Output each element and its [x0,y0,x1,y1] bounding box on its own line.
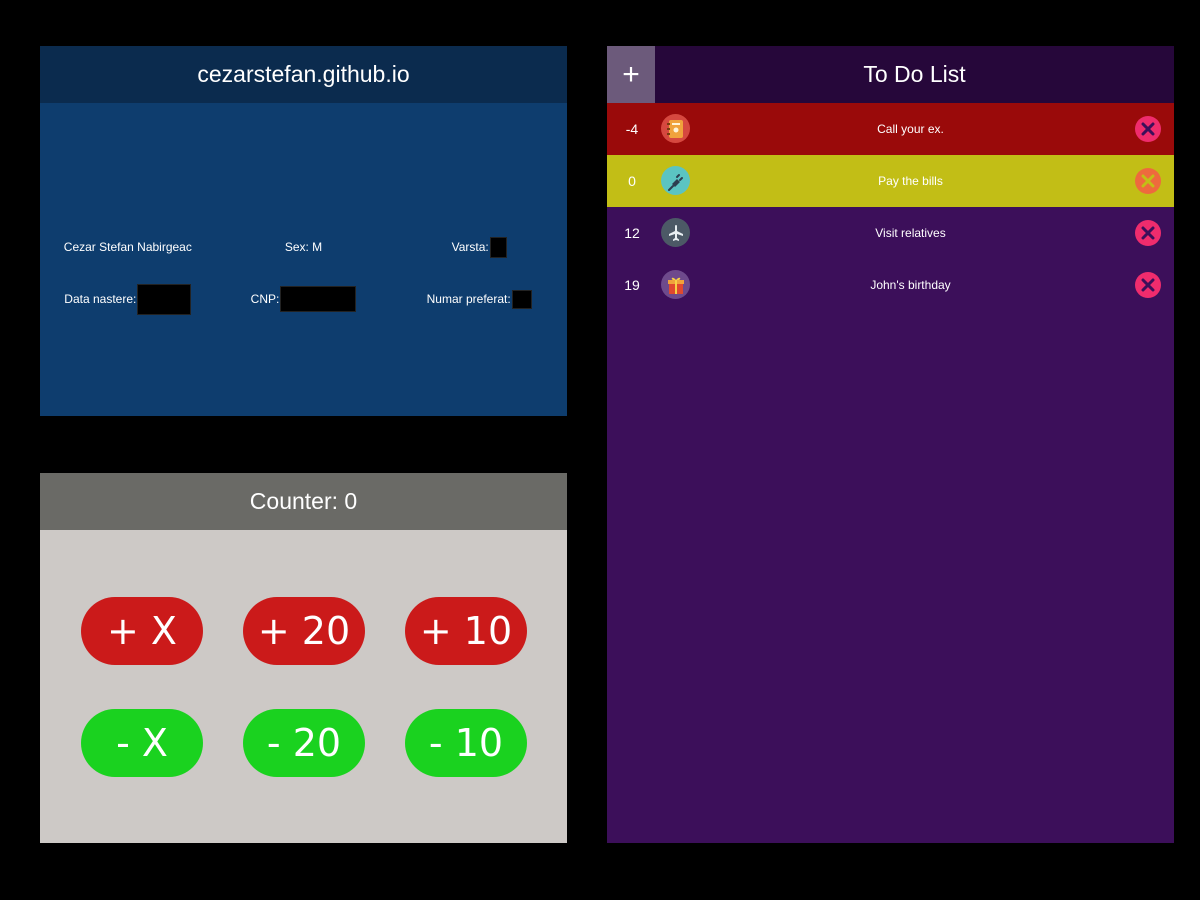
todo-item-text: Visit relatives [875,226,946,240]
age-label: Varsta: [451,240,489,254]
fav-number-field: Numar preferat: [391,289,567,309]
sex-text: Sex: M [284,240,323,254]
todo-item-text: John's birthday [870,278,951,292]
todo-item-days: 19 [624,277,640,293]
cnp-label: CNP: [250,292,280,306]
add-todo-button[interactable]: + [607,46,655,103]
plug-icon [661,166,690,195]
age-field: Varsta: [391,236,567,258]
address-book-icon [661,114,690,143]
todo-item-text: Call your ex. [877,122,944,136]
todo-item-days: 0 [628,173,636,189]
fav-number-label: Numar preferat: [426,292,511,306]
birthdate-redacted-value [137,283,192,315]
todo-item[interactable]: 19 John's birthday [607,259,1174,311]
delete-item-icon[interactable] [1135,220,1161,246]
todo-title: To Do List [863,61,966,87]
add-20-button[interactable]: + 20 [243,597,365,665]
todo-item-days: -4 [625,121,639,137]
todo-item[interactable]: 12 Visit relatives [607,207,1174,259]
age-redacted-value [489,236,507,258]
todo-card: + To Do List -4 Call your ex. 0 Pay the … [607,46,1174,843]
subtract-20-button[interactable]: - 20 [243,709,365,777]
cnp-field: CNP: [216,286,392,312]
airplane-icon [661,218,690,247]
add-x-button[interactable]: + X [81,597,203,665]
counter-title: Counter: 0 [40,473,567,530]
gift-icon [661,270,690,299]
delete-item-icon[interactable] [1135,272,1161,298]
counter-card: Counter: 0 + X + 20 + 10 - X - 20 - 10 [40,473,567,843]
delete-item-icon[interactable] [1135,168,1161,194]
todo-item[interactable]: -4 Call your ex. [607,103,1174,155]
cnp-redacted-value [280,286,357,312]
name-text: Cezar Stefan Nabirgeac [63,240,192,254]
birthdate-label: Data nastere: [64,292,137,306]
todo-item-text: Pay the bills [878,174,943,188]
profile-details: Cezar Stefan Nabirgeac Sex: M Varsta: Da… [40,221,567,325]
subtract-x-button[interactable]: - X [81,709,203,777]
profile-card: cezarstefan.github.io Cezar Stefan Nabir… [40,46,567,416]
add-10-button[interactable]: + 10 [405,597,527,665]
fav-number-redacted-value [511,289,532,309]
todo-item-days: 12 [624,225,640,241]
delete-item-icon[interactable] [1135,116,1161,142]
todo-header: + To Do List [607,46,1174,103]
birthdate-field: Data nastere: [40,283,216,315]
subtract-10-button[interactable]: - 10 [405,709,527,777]
profile-title: cezarstefan.github.io [40,46,567,103]
todo-item[interactable]: 0 Pay the bills [607,155,1174,207]
